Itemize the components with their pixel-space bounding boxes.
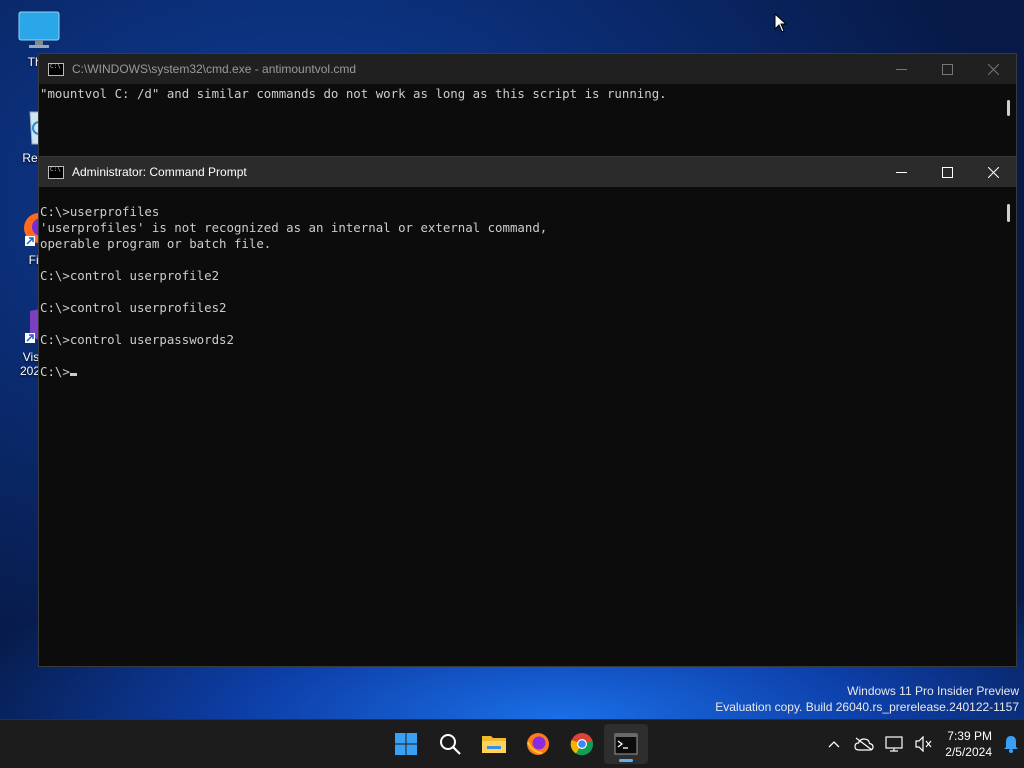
scrollbar-thumb[interactable] — [1007, 100, 1010, 116]
window-title: C:\WINDOWS\system32\cmd.exe - antimountv… — [72, 62, 357, 76]
cmd-icon — [48, 165, 64, 179]
clock-date: 2/5/2024 — [945, 745, 992, 759]
watermark-line: Windows 11 Pro Insider Preview — [847, 684, 1019, 698]
volume-tray-button[interactable] — [909, 724, 939, 764]
watermark-line: Evaluation copy. Build 26040.rs_prerelea… — [715, 700, 1019, 714]
close-icon — [987, 166, 999, 178]
firefox-button[interactable] — [516, 724, 560, 764]
terminal-icon — [614, 733, 638, 755]
chrome-icon — [570, 733, 594, 756]
terminal-line: C:\>userprofiles — [40, 204, 160, 219]
minimize-button[interactable] — [878, 54, 924, 84]
search-icon — [440, 734, 461, 755]
taskbar-clock[interactable]: 7:39 PM 2/5/2024 — [939, 728, 998, 760]
file-explorer-button[interactable] — [472, 724, 516, 764]
terminal-output[interactable]: C:\>userprofiles'userprofiles' is not re… — [39, 187, 1016, 664]
taskbar-apps — [384, 720, 648, 768]
system-tray: 7:39 PM 2/5/2024 — [819, 720, 1024, 768]
maximize-button[interactable] — [924, 157, 970, 187]
close-icon — [987, 63, 999, 75]
minimize-icon — [895, 171, 907, 173]
terminal-line: 'userprofiles' is not recognized as an i… — [40, 220, 548, 235]
terminal-line: C:\>control userprofile2 — [40, 268, 220, 283]
mouse-pointer-icon — [774, 13, 788, 33]
window-title: Administrator: Command Prompt — [72, 165, 247, 179]
terminal-button[interactable] — [604, 724, 648, 764]
search-button[interactable] — [428, 724, 472, 764]
cmd-window-antimountvol[interactable]: C:\WINDOWS\system32\cmd.exe - antimountv… — [38, 53, 1017, 173]
scrollbar-thumb[interactable] — [1007, 204, 1010, 222]
maximize-icon — [941, 166, 953, 178]
terminal-prompt: C:\> — [40, 364, 70, 379]
maximize-button[interactable] — [924, 54, 970, 84]
minimize-icon — [895, 68, 907, 70]
maximize-icon — [941, 63, 953, 75]
chevron-up-icon — [828, 741, 840, 748]
text-cursor — [69, 373, 77, 376]
start-button[interactable] — [384, 724, 428, 764]
terminal-line: operable program or batch file. — [40, 236, 272, 251]
close-button[interactable] — [970, 157, 1016, 187]
chrome-button[interactable] — [560, 724, 604, 764]
onedrive-tray-button[interactable] — [849, 724, 879, 764]
firefox-icon — [527, 733, 549, 755]
terminal-line: C:\>control userpasswords2 — [40, 332, 234, 347]
cloud-offline-icon — [854, 737, 874, 751]
terminal-line: "mountvol C: /d" and similar commands do… — [40, 86, 667, 101]
minimize-button[interactable] — [878, 157, 924, 187]
window-titlebar[interactable]: Administrator: Command Prompt — [39, 157, 1016, 187]
taskbar: 7:39 PM 2/5/2024 — [0, 719, 1024, 768]
cmd-icon — [48, 62, 64, 76]
windows-watermark: Windows 11 Pro Insider Preview Evaluatio… — [715, 683, 1019, 715]
network-tray-button[interactable] — [879, 724, 909, 764]
start-icon — [395, 733, 417, 755]
speaker-muted-icon — [915, 736, 932, 752]
bell-icon — [1004, 736, 1018, 753]
notifications-button[interactable] — [998, 724, 1024, 764]
network-icon — [885, 736, 903, 752]
show-hidden-icons-button[interactable] — [819, 724, 849, 764]
cmd-window-admin[interactable]: Administrator: Command Prompt C:\>userpr… — [38, 156, 1017, 667]
close-button[interactable] — [970, 54, 1016, 84]
terminal-prompt-line[interactable]: C:\> — [40, 364, 1016, 380]
clock-time: 7:39 PM — [947, 729, 992, 743]
window-titlebar[interactable]: C:\WINDOWS\system32\cmd.exe - antimountv… — [39, 54, 1016, 84]
file-explorer-icon — [482, 736, 506, 753]
terminal-line: C:\>control userprofiles2 — [40, 300, 227, 315]
monitor-icon — [18, 11, 60, 48]
